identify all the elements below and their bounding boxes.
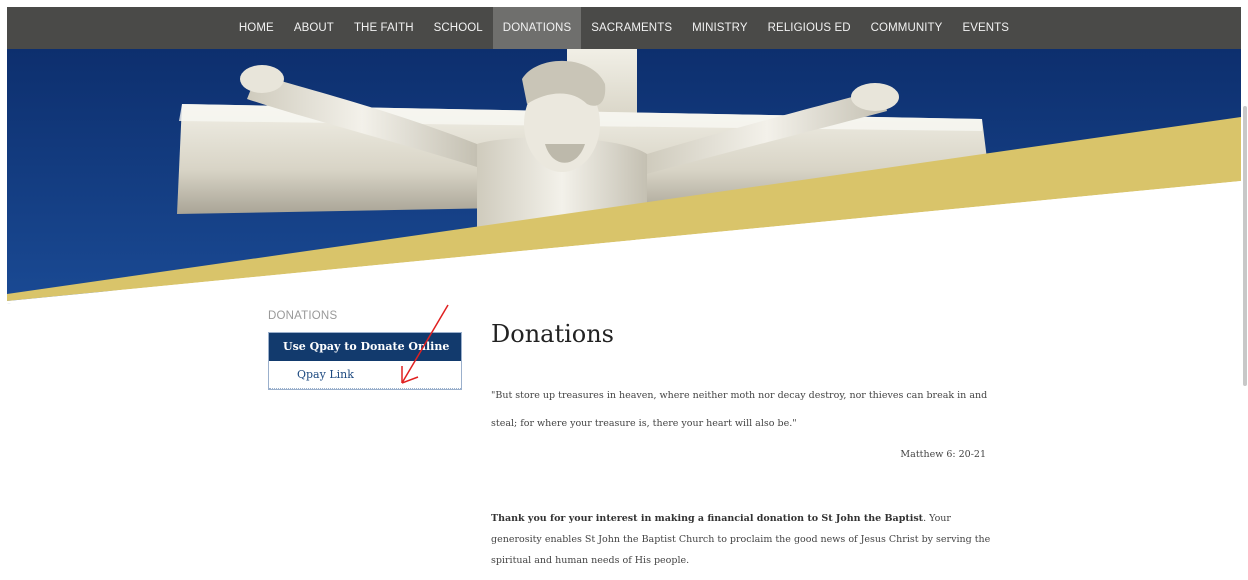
thanks-bold-text: Thank you for your interest in making a … <box>491 513 924 524</box>
nav-ministry[interactable]: MINISTRY <box>682 7 758 49</box>
nav-the-faith[interactable]: THE FAITH <box>344 7 424 49</box>
page-scrollbar[interactable] <box>1241 48 1248 580</box>
scripture-quote: "But store up treasures in heaven, where… <box>491 390 988 429</box>
donation-thanks-paragraph: Thank you for your interest in making a … <box>491 508 1001 571</box>
nav-events[interactable]: EVENTS <box>952 7 1019 49</box>
nav-about[interactable]: ABOUT <box>284 7 344 49</box>
hero-banner <box>7 49 1241 304</box>
nav-school[interactable]: SCHOOL <box>424 7 493 49</box>
scrollbar-thumb[interactable] <box>1243 106 1247 386</box>
crucifix-hero-image <box>7 49 1241 304</box>
nav-donations[interactable]: DONATIONS <box>492 7 582 49</box>
red-arrow-icon <box>401 304 449 384</box>
nav-home[interactable]: HOME <box>229 7 284 49</box>
page-title: Donations <box>491 320 614 348</box>
nav-sacraments[interactable]: SACRAMENTS <box>581 7 682 49</box>
nav-community[interactable]: COMMUNITY <box>861 7 953 49</box>
nav-religious-ed[interactable]: RELIGIOUS ED <box>758 7 861 49</box>
scripture-citation: Matthew 6: 20-21 <box>900 449 986 460</box>
top-navigation: HOME ABOUT THE FAITH SCHOOL DONATIONS SA… <box>7 7 1241 49</box>
sidebar-heading: DONATIONS <box>268 310 338 322</box>
